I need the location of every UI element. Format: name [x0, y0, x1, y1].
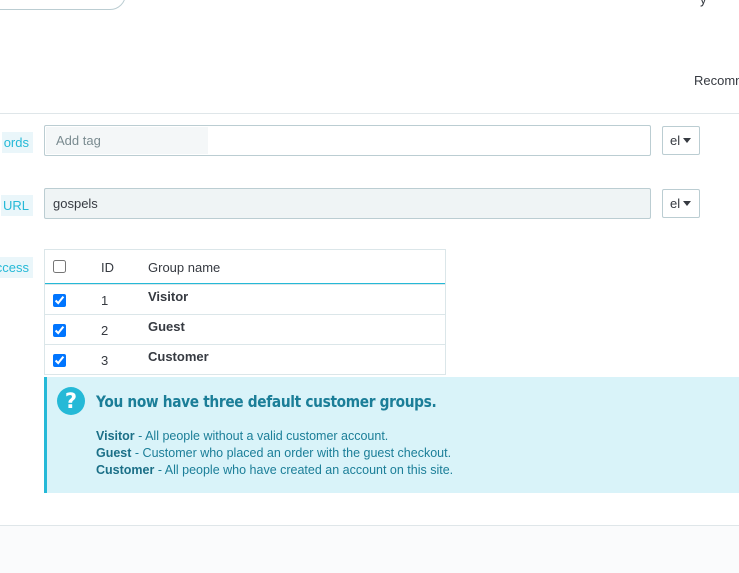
group-checkbox-guest[interactable] — [53, 324, 66, 337]
friendly-url-label: URL — [0, 195, 33, 216]
info-alert: ? You now have three default customer gr… — [44, 377, 739, 493]
group-access-label: ccess — [0, 257, 33, 278]
alert-line-strong: Guest — [96, 446, 132, 460]
group-name: Guest — [148, 319, 185, 334]
table-header-row: ID Group name — [45, 250, 445, 284]
group-id: 2 — [101, 323, 109, 338]
tags-field[interactable] — [44, 125, 651, 156]
alert-line: Customer - All people who have created a… — [96, 462, 453, 479]
friendly-url-input[interactable]: gospels — [44, 188, 651, 219]
tags-language-dropdown[interactable]: el — [662, 126, 700, 155]
table-row: 1 Visitor — [45, 284, 445, 314]
alert-line-text: - All people without a valid customer ac… — [134, 429, 389, 443]
url-language-dropdown[interactable]: el — [662, 189, 700, 218]
panel-footer — [0, 526, 739, 573]
group-id: 3 — [101, 353, 109, 368]
group-checkbox-visitor[interactable] — [53, 294, 66, 307]
language-code: el — [670, 196, 681, 211]
group-name: Visitor — [148, 289, 189, 304]
alert-line-strong: Customer — [96, 463, 155, 477]
question-icon: ? — [57, 387, 85, 415]
tags-label: ords — [1, 132, 33, 153]
table-row: 2 Guest — [45, 314, 445, 344]
alert-line: Visitor - All people without a valid cus… — [96, 428, 453, 445]
column-header-group-name: Group name — [148, 260, 221, 275]
group-checkbox-customer[interactable] — [53, 354, 66, 367]
top-pill-button[interactable] — [0, 0, 126, 10]
column-header-id: ID — [101, 260, 114, 275]
alert-line-text: - All people who have created an account… — [154, 463, 454, 477]
caret-down-icon — [683, 201, 692, 206]
group-name: Customer — [148, 349, 209, 364]
group-access-table: ID Group name 1 Visitor 2 Guest 3 Custom… — [44, 249, 446, 375]
caret-down-icon — [683, 138, 692, 143]
top-right-text: y — [700, 0, 707, 7]
tag-input[interactable] — [46, 127, 208, 154]
alert-title: You now have three default customer grou… — [96, 392, 437, 411]
divider — [0, 113, 739, 114]
select-all-checkbox[interactable] — [53, 260, 66, 273]
alert-line: Guest - Customer who placed an order wit… — [96, 445, 453, 462]
table-row: 3 Customer — [45, 344, 445, 374]
language-code: el — [670, 133, 681, 148]
recommend-label: Recomm — [694, 73, 739, 88]
alert-line-strong: Visitor — [96, 429, 135, 443]
group-id: 1 — [101, 293, 109, 308]
alert-line-text: - Customer who placed an order with the … — [131, 446, 452, 460]
alert-body: Visitor - All people without a valid cus… — [96, 428, 453, 479]
